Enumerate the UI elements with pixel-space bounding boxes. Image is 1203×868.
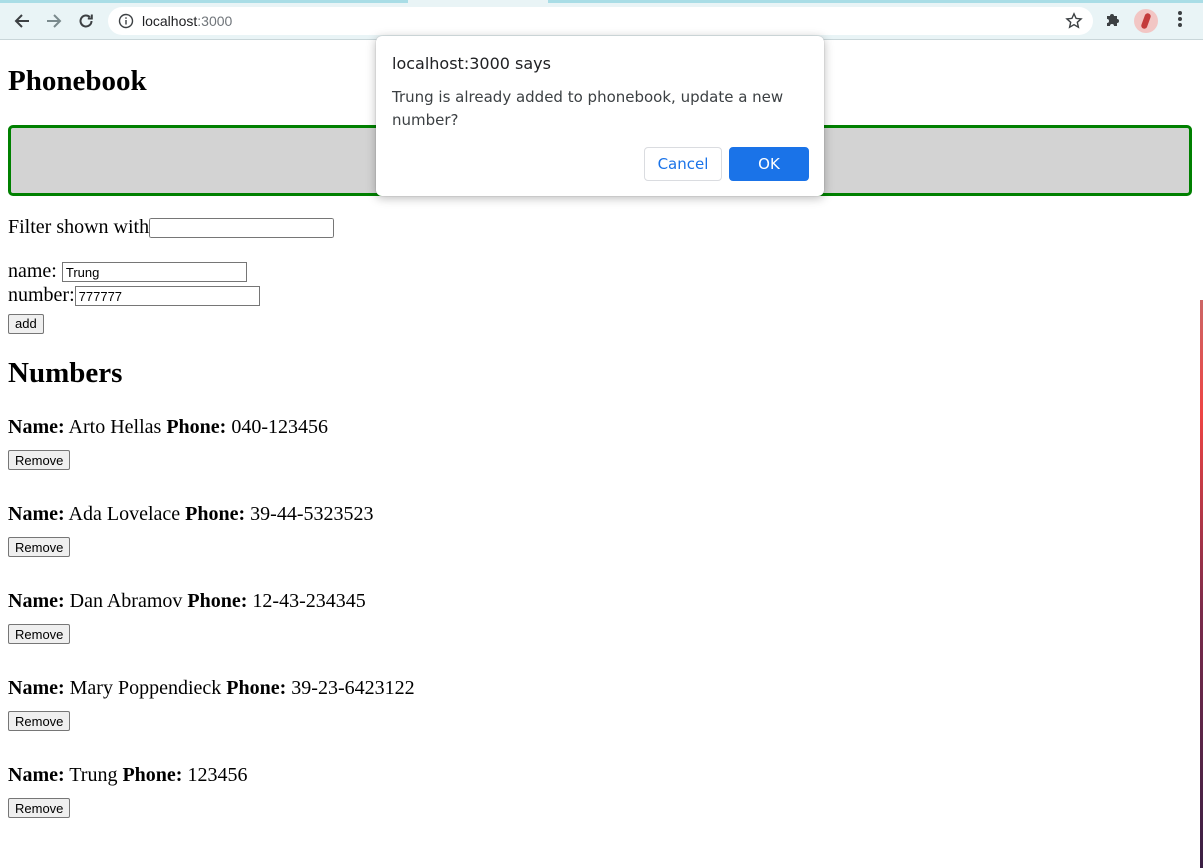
name-key: Name: — [8, 590, 65, 612]
add-row: add — [8, 311, 44, 334]
number-row: number: — [8, 284, 260, 307]
remove-button[interactable]: Remove — [8, 624, 71, 644]
tab-strip — [0, 0, 1203, 3]
browser-menu-icon[interactable] — [1170, 10, 1190, 30]
number-label: number: — [8, 284, 75, 306]
filter-label: Filter shown with — [8, 216, 150, 238]
name-input[interactable] — [61, 262, 247, 283]
reload-icon[interactable] — [73, 8, 99, 34]
site-info-icon[interactable] — [118, 13, 134, 29]
remove-button[interactable]: Remove — [8, 798, 71, 818]
dialog-title: localhost:3000 says — [392, 54, 551, 73]
phone-key: Phone: — [166, 416, 227, 438]
person-phone: 39-44-5323523 — [250, 503, 374, 525]
person-phone: 123456 — [187, 764, 248, 786]
page-title: Phonebook — [8, 65, 147, 97]
filter-row: Filter shown with — [8, 216, 335, 239]
name-key: Name: — [8, 764, 65, 786]
phone-key: Phone: — [122, 764, 183, 786]
name-key: Name: — [8, 416, 65, 438]
filter-input[interactable] — [149, 218, 335, 239]
person-name: Ada Lovelace — [68, 503, 181, 525]
phone-key: Phone: — [226, 677, 287, 699]
forward-icon[interactable] — [41, 8, 67, 34]
person-phone: 12-43-234345 — [252, 590, 366, 612]
url-text[interactable]: localhost:3000 — [142, 13, 232, 29]
person-name: Arto Hellas — [68, 416, 162, 438]
browser-toolbar: localhost:3000 — [0, 0, 1203, 40]
add-button[interactable]: add — [8, 313, 44, 334]
numbers-heading: Numbers — [8, 357, 123, 389]
name-key: Name: — [8, 677, 65, 699]
active-tab[interactable] — [408, 0, 548, 3]
person-phone: 39-23-6423122 — [291, 677, 415, 699]
person-entry: Name: Trung Phone: 123456 Remove — [8, 763, 248, 818]
person-name: Dan Abramov — [69, 590, 183, 612]
person-entry: Name: Mary Poppendieck Phone: 39-23-6423… — [8, 676, 415, 731]
number-input[interactable] — [74, 286, 260, 307]
dialog-message: Trung is already added to phonebook, upd… — [392, 88, 784, 129]
person-name: Trung — [69, 764, 118, 786]
remove-button[interactable]: Remove — [8, 537, 71, 557]
back-icon[interactable] — [9, 8, 35, 34]
name-key: Name: — [8, 503, 65, 525]
phone-key: Phone: — [185, 503, 246, 525]
cancel-button[interactable]: Cancel — [644, 147, 722, 181]
person-entry: Name: Dan Abramov Phone: 12-43-234345 Re… — [8, 589, 366, 644]
person-entry: Name: Arto Hellas Phone: 040-123456 Remo… — [8, 415, 328, 470]
person-name: Mary Poppendieck — [69, 677, 222, 699]
address-bar[interactable]: localhost:3000 — [108, 7, 1093, 35]
person-entry: Name: Ada Lovelace Phone: 39-44-5323523 … — [8, 502, 374, 557]
extensions-puzzle-icon[interactable] — [1102, 9, 1124, 31]
phone-key: Phone: — [187, 590, 248, 612]
remove-button[interactable]: Remove — [8, 450, 71, 470]
person-phone: 040-123456 — [231, 416, 328, 438]
profile-avatar[interactable] — [1134, 9, 1158, 33]
ok-button[interactable]: OK — [729, 147, 809, 181]
bookmark-star-icon[interactable] — [1065, 12, 1083, 30]
confirm-dialog: localhost:3000 says Trung is already add… — [376, 36, 824, 196]
remove-button[interactable]: Remove — [8, 711, 71, 731]
name-label: name: — [8, 260, 57, 282]
name-row: name: — [8, 260, 247, 283]
